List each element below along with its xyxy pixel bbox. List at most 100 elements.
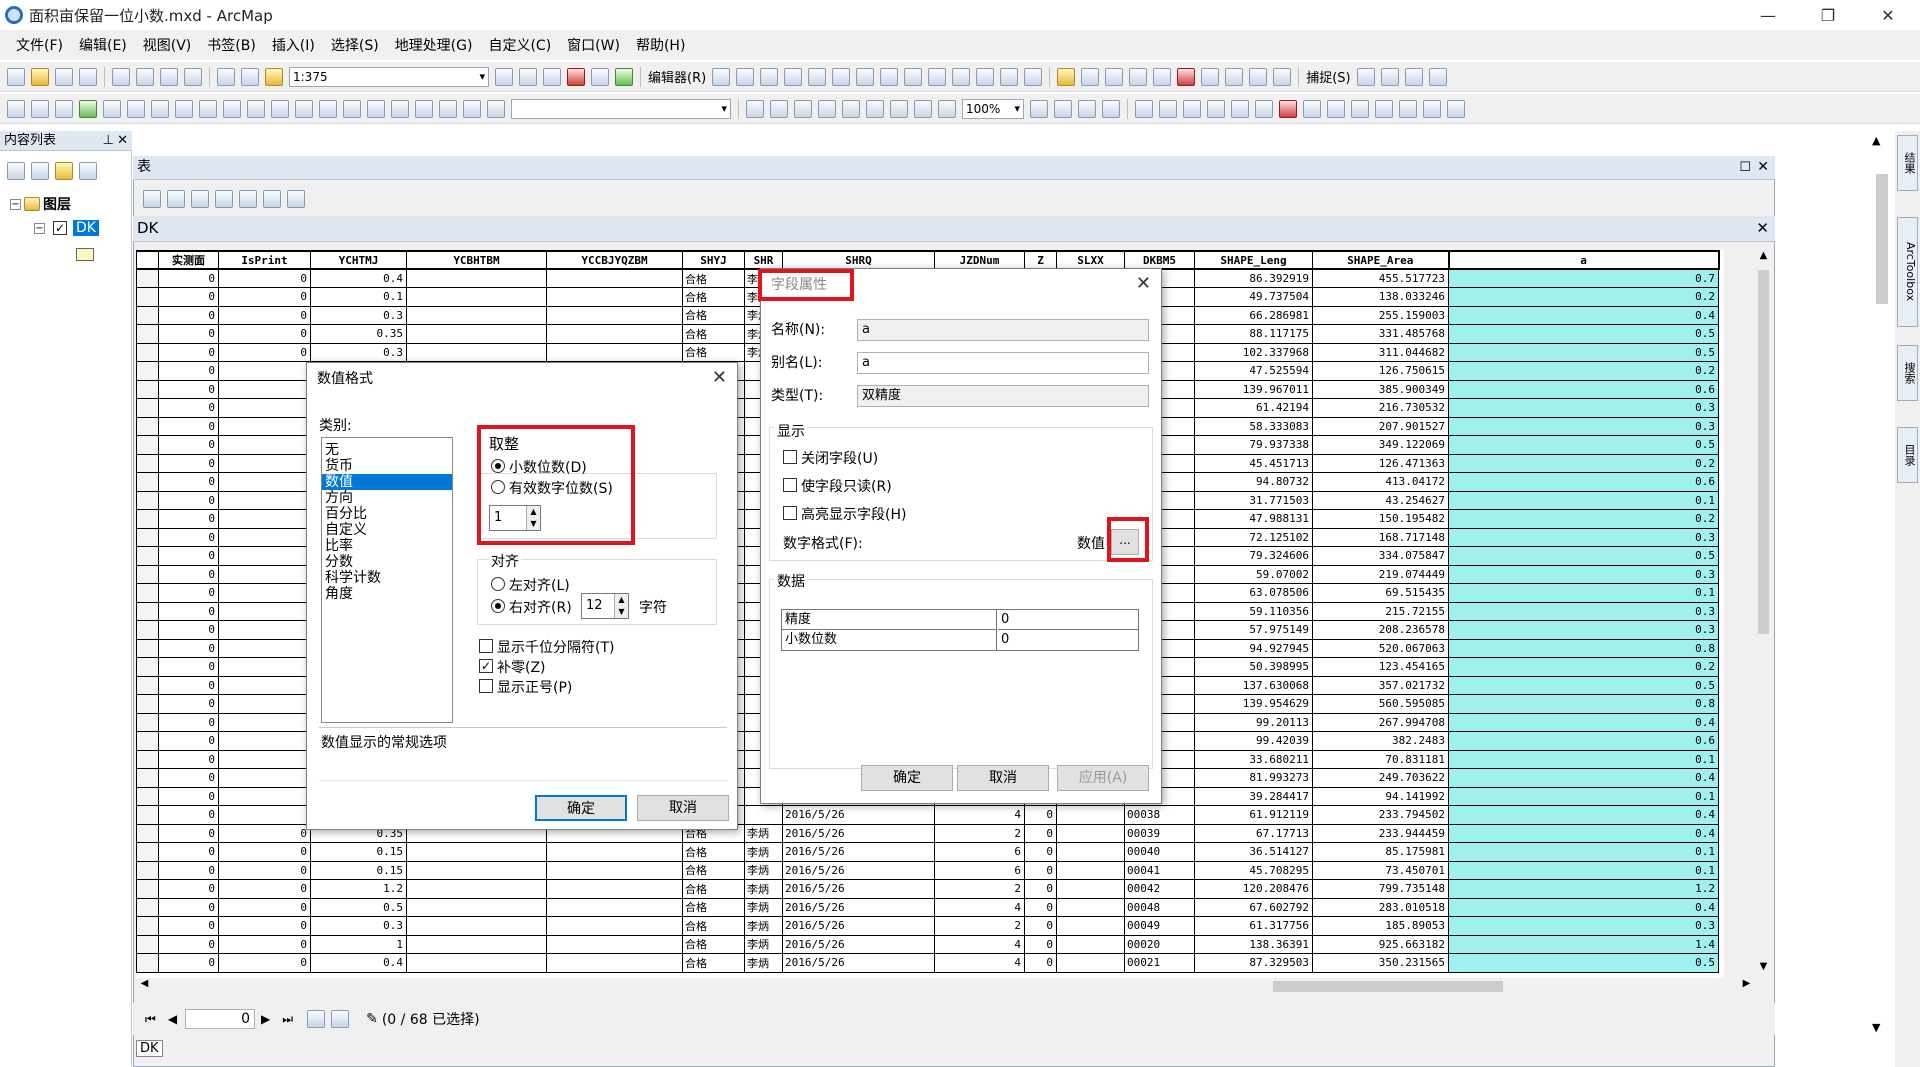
table-cell[interactable]: [546, 953, 683, 973]
cell-a[interactable]: 0.4: [1448, 897, 1719, 917]
toc-icon[interactable]: [519, 67, 537, 86]
table-cell[interactable]: [218, 638, 311, 658]
bottom-table-tab[interactable]: DK: [136, 1040, 163, 1057]
main-scroll-thumb[interactable]: [1876, 174, 1888, 304]
table-cell[interactable]: 0: [158, 657, 219, 677]
table-cell[interactable]: 0: [158, 490, 219, 510]
table-cell[interactable]: 102.337968: [1194, 342, 1313, 362]
table-cell[interactable]: 0: [218, 268, 311, 288]
table-cell[interactable]: 00042: [1124, 879, 1195, 899]
close-button[interactable]: ✕: [1865, 0, 1911, 30]
table-cell[interactable]: [1056, 897, 1125, 917]
table-cell[interactable]: [406, 934, 547, 954]
table-cell[interactable]: 0: [1024, 842, 1057, 862]
table-cell[interactable]: [218, 657, 311, 677]
alias-input[interactable]: a: [857, 352, 1149, 374]
related-tables-icon[interactable]: [167, 190, 185, 208]
table-cell[interactable]: 357.021732: [1312, 675, 1449, 695]
delete-icon[interactable]: [184, 67, 202, 86]
cell-a[interactable]: 0.1: [1448, 786, 1719, 806]
table-cell[interactable]: [218, 546, 311, 566]
table-cell[interactable]: 79.324606: [1194, 546, 1313, 566]
table-cell[interactable]: 86.392919: [1194, 268, 1313, 288]
scroll-up-arrow[interactable]: ▲: [1755, 250, 1772, 267]
table-maximize-icon[interactable]: ☐: [1739, 156, 1751, 179]
last-record-icon[interactable]: ⏭: [282, 1012, 293, 1027]
table-cell[interactable]: 123.454165: [1312, 657, 1449, 677]
row-selector[interactable]: [136, 620, 159, 640]
cell-a[interactable]: 0.3: [1448, 416, 1719, 436]
field-properties-ok-button[interactable]: 确定: [861, 765, 953, 791]
table-cell[interactable]: [218, 435, 311, 455]
topology-error-icon[interactable]: [1177, 67, 1196, 86]
change-layout-icon[interactable]: [1078, 99, 1096, 118]
table-cell[interactable]: 233.794502: [1312, 805, 1449, 825]
rotate-icon[interactable]: [952, 67, 971, 86]
grid-vertical-scrollbar[interactable]: ▲ ▼: [1755, 250, 1772, 978]
menu-help[interactable]: 帮助(H): [636, 35, 685, 55]
table-cell[interactable]: [218, 509, 311, 529]
row-selector[interactable]: [136, 953, 159, 973]
paste-icon[interactable]: [160, 67, 178, 86]
table-cell[interactable]: [218, 675, 311, 695]
table-cell[interactable]: 李炳: [744, 879, 783, 899]
copy-icon[interactable]: [136, 67, 154, 86]
line-intersection-icon[interactable]: [1231, 99, 1249, 118]
table-row[interactable]: 0 0 0.4 合格 李炳 2016/5/26 4 0 00021 87.329503 350.23…: [136, 953, 1719, 973]
edit-annotation-icon[interactable]: [736, 67, 755, 86]
row-selector[interactable]: [136, 268, 159, 288]
table-cell[interactable]: 2016/5/26: [782, 879, 935, 899]
menu-customize[interactable]: 自定义(C): [488, 35, 551, 55]
layer-dropdown[interactable]: [511, 98, 731, 119]
table-cell[interactable]: 4: [934, 953, 1025, 973]
table-cell[interactable]: [218, 749, 311, 769]
table-cell[interactable]: [218, 694, 311, 714]
table-cell[interactable]: [546, 324, 683, 344]
table-cell[interactable]: 0: [218, 879, 311, 899]
table-cell[interactable]: 李炳: [744, 916, 783, 936]
zoom-in-icon[interactable]: [7, 99, 25, 118]
table-cell[interactable]: 6: [934, 842, 1025, 862]
table-cell[interactable]: 455.517723: [1312, 268, 1449, 288]
table-cell[interactable]: 合格: [682, 897, 745, 917]
table-cell[interactable]: 0: [218, 953, 311, 973]
column-header[interactable]: SHR: [744, 250, 783, 270]
cell-a[interactable]: 0.6: [1448, 472, 1719, 492]
table-cell[interactable]: 合格: [682, 268, 745, 288]
row-selector[interactable]: [136, 342, 159, 362]
row-selector[interactable]: [136, 694, 159, 714]
layout-fixed-zoom-in-icon[interactable]: [866, 99, 884, 118]
table-cell[interactable]: 0: [218, 916, 311, 936]
table-cell[interactable]: 李炳: [744, 953, 783, 973]
table-cell[interactable]: 0: [158, 546, 219, 566]
measure-icon[interactable]: [343, 99, 361, 118]
identify-icon[interactable]: [271, 99, 289, 118]
table-cell[interactable]: 0: [158, 379, 219, 399]
table-cell[interactable]: 0: [218, 287, 311, 307]
row-selector[interactable]: [136, 712, 159, 732]
html-popup-icon[interactable]: [319, 99, 337, 118]
table-cell[interactable]: 2016/5/26: [782, 897, 935, 917]
scroll-thumb[interactable]: [1758, 270, 1769, 634]
table-cell[interactable]: 0: [1024, 897, 1057, 917]
table-cell[interactable]: 0.3: [310, 916, 407, 936]
table-cell[interactable]: 合格: [682, 324, 745, 344]
cut-icon[interactable]: [112, 67, 130, 86]
generalize-icon[interactable]: [1249, 67, 1268, 86]
clear-table-selection-icon[interactable]: [239, 190, 257, 208]
edge-snapping-icon[interactable]: [1428, 67, 1447, 86]
number-format-ok-button[interactable]: 确定: [535, 795, 627, 821]
delete-selected-icon[interactable]: [287, 190, 305, 208]
table-cell[interactable]: 0: [158, 638, 219, 658]
scroll-left-arrow[interactable]: ◀: [136, 978, 153, 995]
row-selector[interactable]: [136, 472, 159, 492]
table-cell[interactable]: 61.317756: [1194, 916, 1313, 936]
layer-name[interactable]: DK: [73, 220, 99, 236]
table-cell[interactable]: [546, 305, 683, 325]
table-cell[interactable]: [218, 786, 311, 806]
cell-a[interactable]: 0.1: [1448, 842, 1719, 862]
table-cell[interactable]: 520.067063: [1312, 638, 1449, 658]
table-cell[interactable]: 61.912119: [1194, 805, 1313, 825]
table-cell[interactable]: 67.17713: [1194, 823, 1313, 843]
table-cell[interactable]: 185.89053: [1312, 916, 1449, 936]
